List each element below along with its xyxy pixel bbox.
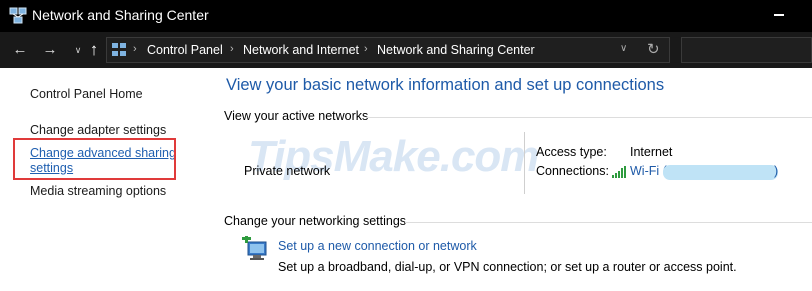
chevron-right-icon[interactable]: › bbox=[133, 43, 137, 55]
wifi-signal-icon bbox=[612, 166, 626, 178]
wifi-connection-link[interactable]: Wi-Fi ( bbox=[630, 164, 667, 178]
new-connection-icon bbox=[242, 236, 267, 260]
refresh-icon[interactable]: ↻ bbox=[647, 40, 660, 58]
network-sharing-center-icon bbox=[9, 7, 27, 24]
chevron-right-icon[interactable]: › bbox=[230, 43, 234, 55]
search-input[interactable] bbox=[681, 37, 812, 63]
address-bar: ← → ∨ ↑ › Control Panel › Network and In… bbox=[0, 32, 812, 68]
arrow-right-icon[interactable]: → bbox=[40, 40, 60, 60]
address-field[interactable]: › Control Panel › Network and Internet ›… bbox=[106, 37, 670, 63]
divider bbox=[405, 222, 812, 223]
breadcrumb-control-panel[interactable]: Control Panel bbox=[147, 43, 223, 57]
control-panel-icon bbox=[112, 43, 126, 56]
breadcrumb-network-and-internet[interactable]: Network and Internet bbox=[243, 43, 359, 57]
breadcrumb-network-sharing-center[interactable]: Network and Sharing Center bbox=[377, 43, 535, 57]
sidebar-item-change-adapter-settings[interactable]: Change adapter settings bbox=[30, 123, 166, 137]
arrow-left-icon[interactable]: ← bbox=[10, 40, 30, 60]
divider bbox=[366, 117, 812, 118]
setup-new-connection-link[interactable]: Set up a new connection or network bbox=[278, 239, 477, 253]
access-type-label: Access type: bbox=[536, 145, 607, 159]
access-type-value: Internet bbox=[630, 145, 673, 159]
page-title: View your basic network information and … bbox=[226, 76, 665, 94]
connections-label: Connections: bbox=[536, 164, 609, 178]
wifi-connection-link-close[interactable]: ) bbox=[774, 164, 778, 178]
redacted-network-name bbox=[663, 165, 778, 180]
network-name: Private network bbox=[244, 164, 331, 178]
sidebar-item-control-panel-home[interactable]: Control Panel Home bbox=[30, 87, 143, 101]
sidebar-item-media-streaming-options[interactable]: Media streaming options bbox=[30, 184, 166, 198]
chevron-right-icon[interactable]: › bbox=[364, 43, 368, 55]
highlight-box bbox=[13, 138, 176, 180]
arrow-up-icon[interactable]: ↑ bbox=[84, 40, 104, 60]
setup-new-connection-description: Set up a broadband, dial-up, or VPN conn… bbox=[278, 260, 737, 274]
chevron-down-icon[interactable]: ∨ bbox=[620, 43, 627, 54]
change-settings-section-label: Change your networking settings bbox=[224, 214, 407, 228]
title-bar: Network and Sharing Center bbox=[0, 0, 812, 32]
minimize-button[interactable] bbox=[774, 14, 784, 16]
active-networks-section-label: View your active networks bbox=[224, 109, 369, 123]
divider bbox=[524, 132, 525, 194]
window-title: Network and Sharing Center bbox=[32, 7, 209, 23]
